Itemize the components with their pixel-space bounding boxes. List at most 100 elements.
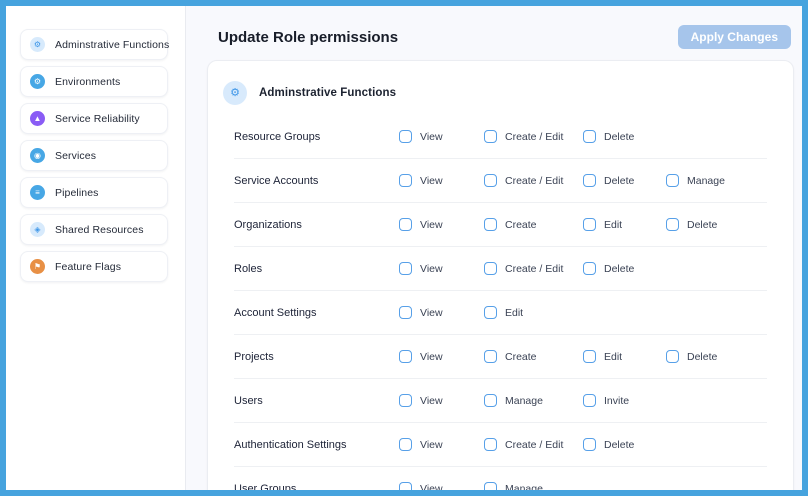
checkbox-account-settings-view[interactable] — [399, 306, 412, 319]
permission-rows: Resource Groups View Create / Edit Delet… — [234, 115, 767, 496]
checkbox-authentication-settings-create-edit[interactable] — [484, 438, 497, 451]
checkbox-label: View — [420, 219, 443, 231]
checkbox-user-groups-view[interactable] — [399, 482, 412, 495]
apply-changes-button[interactable]: Apply Changes — [678, 25, 791, 49]
checkbox-service-accounts-delete[interactable] — [583, 174, 596, 187]
sidebar-item-services[interactable]: ◉ Services — [20, 140, 168, 171]
checkbox-users-invite[interactable] — [583, 394, 596, 407]
permission-option: Delete — [666, 218, 767, 231]
checkbox-label: Edit — [604, 351, 622, 363]
checkbox-label: Create / Edit — [505, 131, 563, 143]
permission-row-projects: Projects View Create Edit Delete — [234, 335, 767, 379]
checkbox-label: View — [420, 351, 443, 363]
pipelines-icon: ≡ — [30, 185, 45, 200]
permission-option: Create / Edit — [484, 262, 583, 275]
checkbox-label: View — [420, 439, 443, 451]
checkbox-authentication-settings-view[interactable] — [399, 438, 412, 451]
checkbox-resource-groups-view[interactable] — [399, 130, 412, 143]
permission-option: View — [399, 218, 484, 231]
sidebar-item-shared-resources[interactable]: ◈ Shared Resources — [20, 214, 168, 245]
permission-option: Manage — [484, 394, 583, 407]
checkbox-label: Manage — [687, 175, 725, 187]
sidebar-item-label: Shared Resources — [55, 224, 144, 236]
page-header: Update Role permissions Apply Changes — [186, 6, 802, 60]
permission-row-resource-groups: Resource Groups View Create / Edit Delet… — [234, 115, 767, 159]
permission-option: Edit — [583, 218, 666, 231]
checkbox-label: Create — [505, 219, 537, 231]
checkbox-label: Manage — [505, 483, 543, 495]
checkbox-service-accounts-create-edit[interactable] — [484, 174, 497, 187]
permission-option: Manage — [666, 174, 767, 187]
checkbox-label: Manage — [505, 395, 543, 407]
checkbox-service-accounts-view[interactable] — [399, 174, 412, 187]
permission-row-roles: Roles View Create / Edit Delete — [234, 247, 767, 291]
permission-option: Manage — [484, 482, 583, 495]
permission-row-label: Roles — [234, 263, 399, 275]
checkbox-users-manage[interactable] — [484, 394, 497, 407]
permission-row-label: Authentication Settings — [234, 439, 399, 451]
sidebar-item-pipelines[interactable]: ≡ Pipelines — [20, 177, 168, 208]
sidebar-item-label: Feature Flags — [55, 261, 121, 273]
permission-row-user-groups: User Groups View Manage — [234, 467, 767, 496]
checkbox-roles-create-edit[interactable] — [484, 262, 497, 275]
permission-option: View — [399, 394, 484, 407]
checkbox-label: Delete — [687, 219, 717, 231]
permission-option: Create / Edit — [484, 174, 583, 187]
permission-option: Delete — [583, 130, 666, 143]
checkbox-organizations-delete[interactable] — [666, 218, 679, 231]
permission-row-label: Account Settings — [234, 307, 399, 319]
permission-option: View — [399, 438, 484, 451]
permission-option: Edit — [484, 306, 583, 319]
checkbox-label: Delete — [604, 131, 634, 143]
checkbox-label: Create / Edit — [505, 263, 563, 275]
sidebar-item-environments[interactable]: ⚙ Environments — [20, 66, 168, 97]
checkbox-projects-delete[interactable] — [666, 350, 679, 363]
permission-option: Delete — [583, 438, 666, 451]
checkbox-label: View — [420, 175, 443, 187]
checkbox-label: View — [420, 131, 443, 143]
permission-option: Create — [484, 218, 583, 231]
checkbox-roles-delete[interactable] — [583, 262, 596, 275]
checkbox-projects-edit[interactable] — [583, 350, 596, 363]
checkbox-service-accounts-manage[interactable] — [666, 174, 679, 187]
checkbox-resource-groups-delete[interactable] — [583, 130, 596, 143]
permission-option: Create / Edit — [484, 130, 583, 143]
main-content: Update Role permissions Apply Changes ⚙ … — [186, 6, 802, 490]
sidebar: ⚙ Adminstrative Functions ⚙ Environments… — [6, 6, 186, 490]
checkbox-resource-groups-create-edit[interactable] — [484, 130, 497, 143]
gear-icon: ⚙ — [223, 81, 247, 105]
checkbox-label: Delete — [687, 351, 717, 363]
permission-option: View — [399, 350, 484, 363]
checkbox-roles-view[interactable] — [399, 262, 412, 275]
checkbox-projects-view[interactable] — [399, 350, 412, 363]
checkbox-account-settings-edit[interactable] — [484, 306, 497, 319]
checkbox-label: View — [420, 263, 443, 275]
checkbox-authentication-settings-delete[interactable] — [583, 438, 596, 451]
sidebar-list: ⚙ Adminstrative Functions ⚙ Environments… — [6, 29, 185, 282]
permission-option: Edit — [583, 350, 666, 363]
checkbox-organizations-edit[interactable] — [583, 218, 596, 231]
checkbox-label: Edit — [505, 307, 523, 319]
permission-row-label: Projects — [234, 351, 399, 363]
checkbox-users-view[interactable] — [399, 394, 412, 407]
permission-row-organizations: Organizations View Create Edit Delete — [234, 203, 767, 247]
permission-row-label: User Groups — [234, 483, 399, 495]
checkbox-user-groups-manage[interactable] — [484, 482, 497, 495]
sidebar-item-adminstrative-functions[interactable]: ⚙ Adminstrative Functions — [20, 29, 168, 60]
checkbox-projects-create[interactable] — [484, 350, 497, 363]
checkbox-organizations-create[interactable] — [484, 218, 497, 231]
checkbox-label: View — [420, 483, 443, 495]
checkbox-label: View — [420, 307, 443, 319]
checkbox-organizations-view[interactable] — [399, 218, 412, 231]
checkbox-label: View — [420, 395, 443, 407]
sidebar-item-service-reliability[interactable]: ▲ Service Reliability — [20, 103, 168, 134]
permission-option: Delete — [583, 262, 666, 275]
permission-row-label: Resource Groups — [234, 131, 399, 143]
page-title: Update Role permissions — [218, 29, 398, 46]
sidebar-item-label: Environments — [55, 76, 120, 88]
permission-row-label: Service Accounts — [234, 175, 399, 187]
checkbox-label: Edit — [604, 219, 622, 231]
sidebar-item-feature-flags[interactable]: ⚑ Feature Flags — [20, 251, 168, 282]
permission-option: View — [399, 174, 484, 187]
checkbox-label: Create / Edit — [505, 175, 563, 187]
